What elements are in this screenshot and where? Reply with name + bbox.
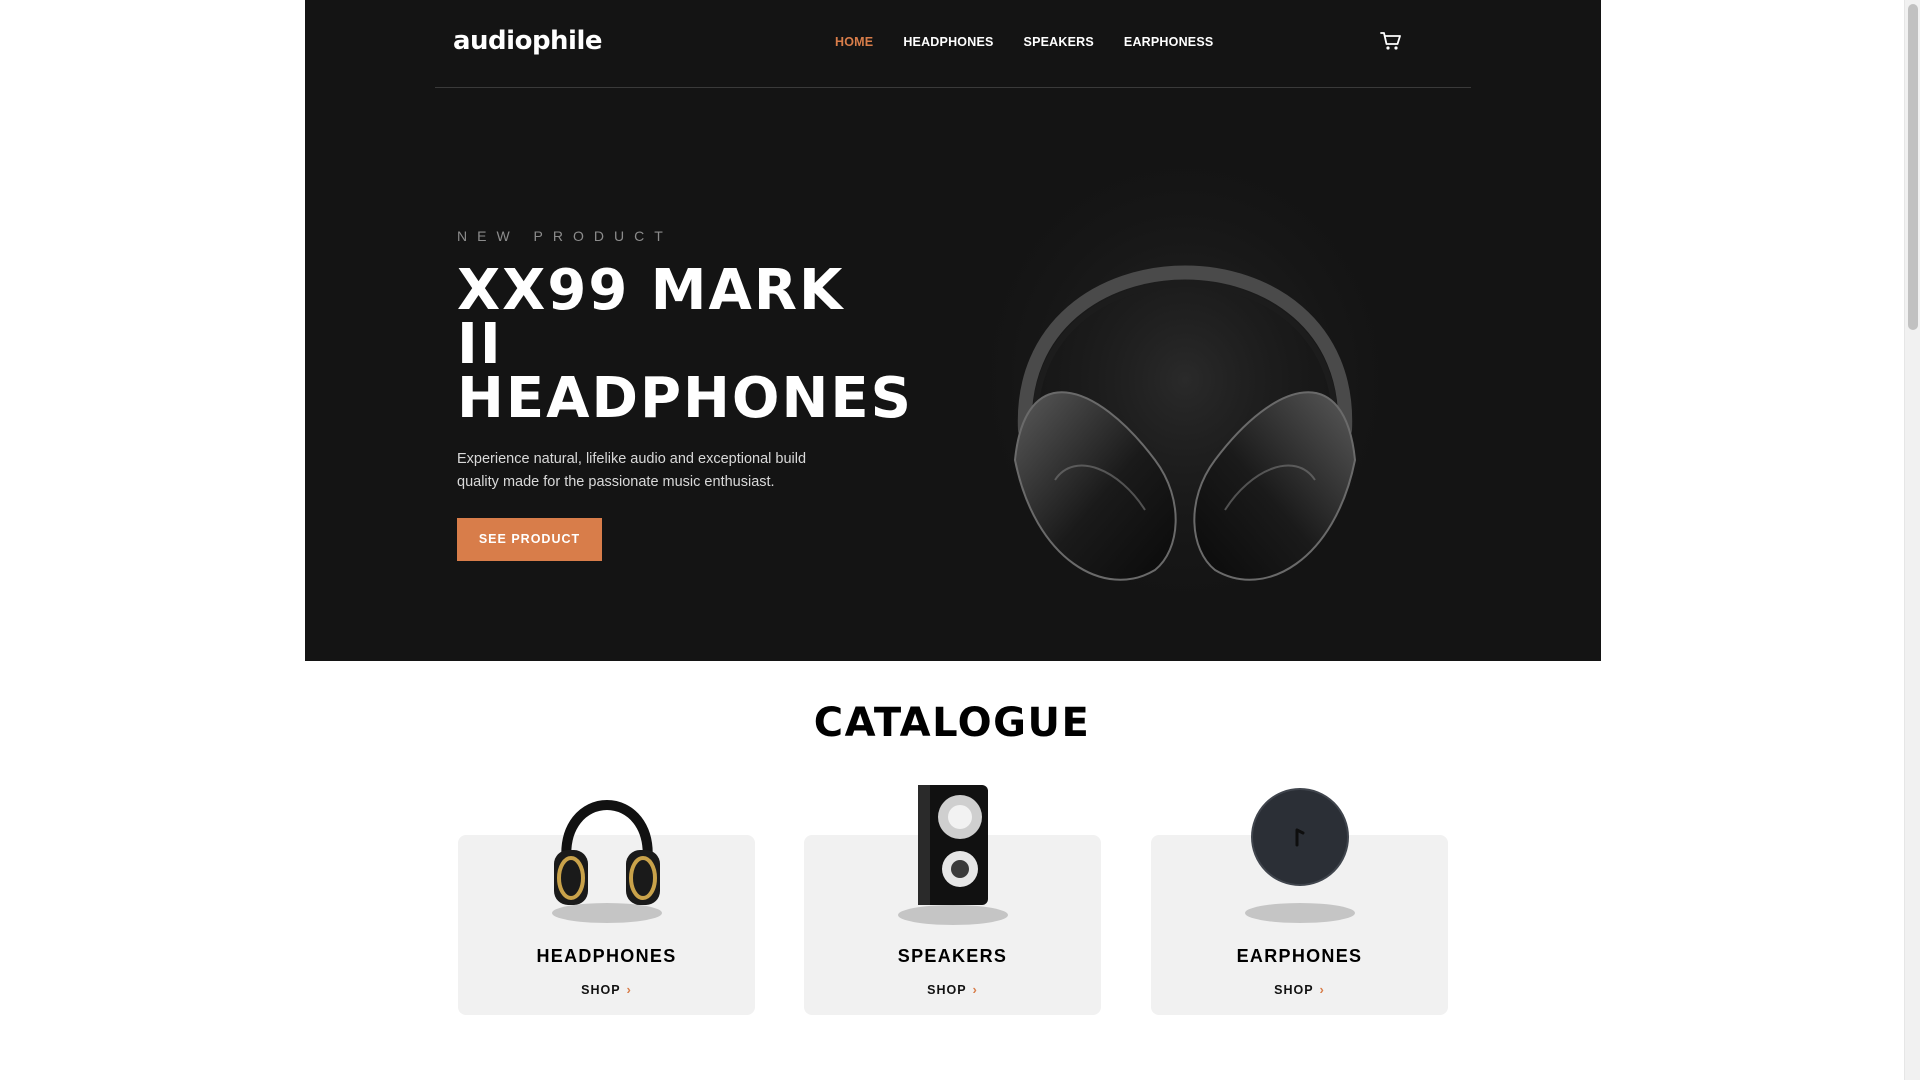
hero-title: XX99 MARK II HEADPHONES bbox=[457, 258, 913, 431]
chevron-right-icon: › bbox=[972, 982, 978, 997]
card-title: EARPHONES bbox=[1236, 946, 1363, 966]
main-nav: HOME HEADPHONES SPEAKERS EARPHONESS bbox=[835, 35, 1213, 49]
shop-link[interactable]: SHOP › bbox=[458, 982, 755, 997]
nav-item-speakers[interactable]: SPEAKERS bbox=[1024, 35, 1094, 49]
nav-item-headphones[interactable]: HEADPHONES bbox=[903, 35, 993, 49]
hero-eyebrow: NEW PRODUCT bbox=[457, 228, 673, 244]
see-product-button[interactable]: SEE PRODUCT bbox=[457, 518, 602, 561]
hero-section: audiophile HOME HEADPHONES SPEAKERS EARP… bbox=[305, 0, 1601, 661]
card-title: HEADPHONES bbox=[536, 946, 677, 966]
shop-label: SHOP bbox=[927, 983, 967, 997]
page-scrollbar[interactable] bbox=[1904, 0, 1920, 1080]
cart-icon[interactable] bbox=[1380, 31, 1402, 51]
category-card-headphones[interactable]: HEADPHONES SHOP › bbox=[458, 800, 755, 1015]
shop-link[interactable]: SHOP › bbox=[1151, 982, 1448, 997]
headphones-image bbox=[551, 800, 662, 923]
shop-link[interactable]: SHOP › bbox=[804, 982, 1101, 997]
headphones-hero-image bbox=[955, 130, 1415, 630]
site-header: audiophile HOME HEADPHONES SPEAKERS EARP… bbox=[435, 0, 1471, 88]
chevron-right-icon: › bbox=[626, 982, 632, 997]
nav-item-home[interactable]: HOME bbox=[835, 35, 873, 49]
chevron-right-icon: › bbox=[1319, 982, 1325, 997]
hero-text: NEW PRODUCT XX99 MARK II HEADPHONES Expe… bbox=[457, 228, 911, 561]
hero-description: Experience natural, lifelike audio and e… bbox=[457, 451, 807, 490]
shop-label: SHOP bbox=[1274, 983, 1314, 997]
logo[interactable]: audiophile bbox=[453, 26, 603, 56]
shop-label: SHOP bbox=[581, 983, 621, 997]
card-title: SPEAKERS bbox=[897, 946, 1008, 966]
page: audiophile HOME HEADPHONES SPEAKERS EARP… bbox=[0, 0, 1920, 1080]
scrollbar-thumb[interactable] bbox=[1908, 4, 1918, 330]
category-card-earphones[interactable]: EARPHONES SHOP › bbox=[1151, 788, 1448, 1015]
category-card-speakers[interactable]: SPEAKERS SHOP › bbox=[804, 785, 1101, 1015]
speaker-image bbox=[897, 785, 1008, 925]
catalogue-title: CATALOGUE bbox=[813, 700, 1091, 746]
nav-item-earphones[interactable]: EARPHONESS bbox=[1124, 35, 1214, 49]
earphones-image bbox=[1244, 788, 1355, 923]
